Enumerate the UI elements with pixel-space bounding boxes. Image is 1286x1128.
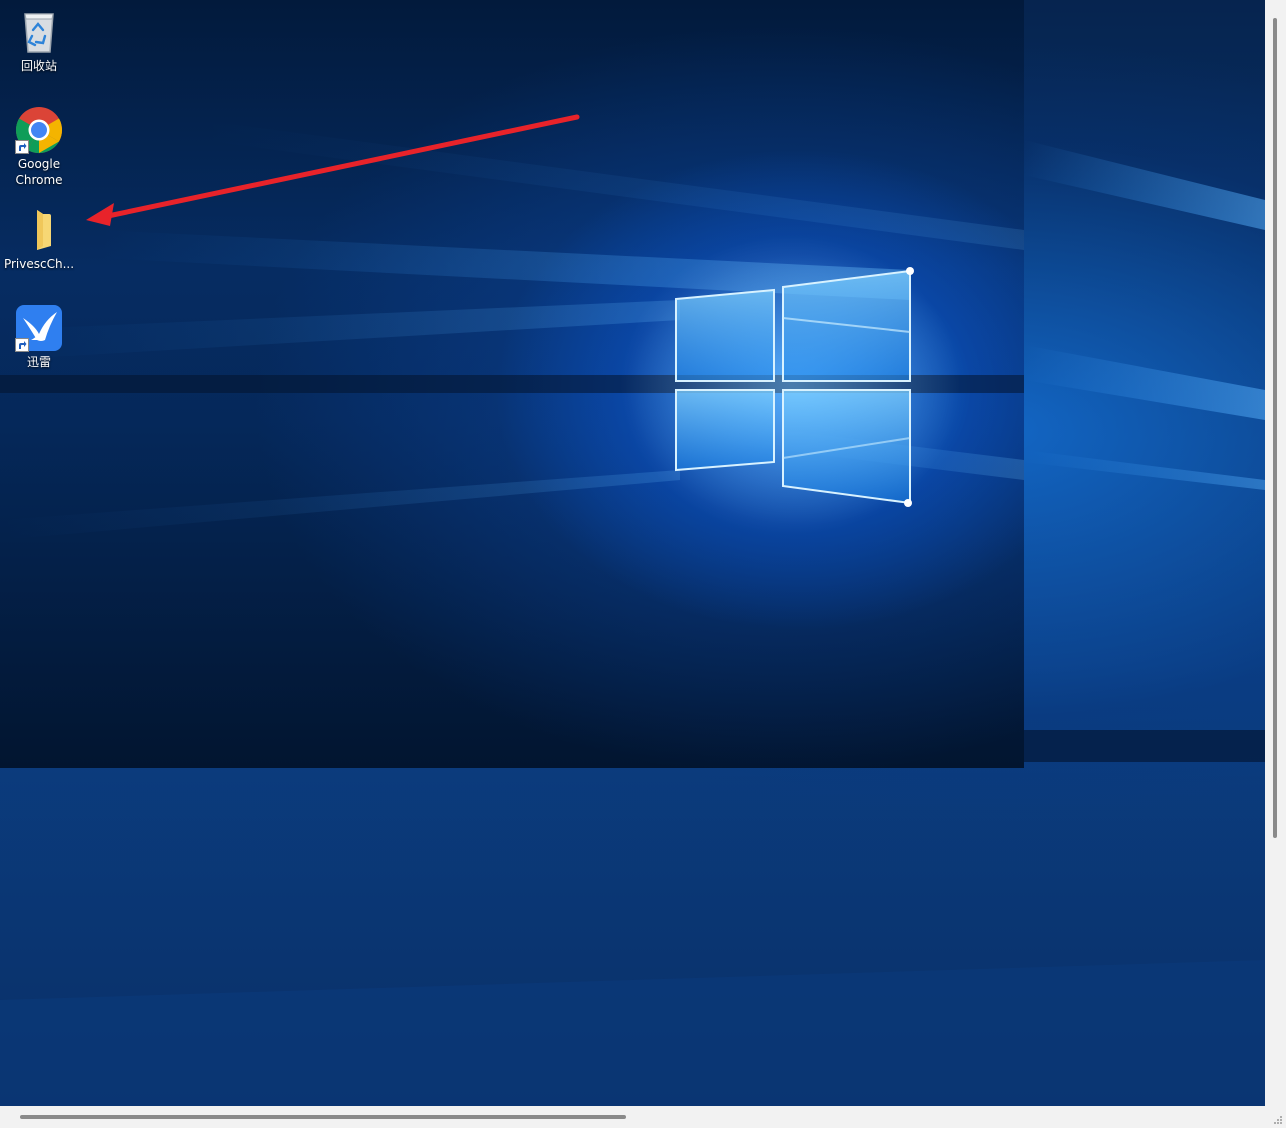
desktop-screen: 回收站 Google Chrome PrivescCh... 迅雷 bbox=[0, 0, 1024, 768]
vertical-scrollbar-thumb[interactable] bbox=[1273, 18, 1277, 838]
vertical-scrollbar[interactable] bbox=[1265, 0, 1286, 1106]
privescch-label: PrivescCh... bbox=[3, 257, 75, 271]
desktop-icon-xunlei[interactable]: 迅雷 bbox=[1, 304, 77, 370]
desktop-icon-recycle-bin[interactable]: 回收站 bbox=[1, 8, 77, 74]
recycle-bin-label: 回收站 bbox=[20, 59, 57, 73]
horizontal-scrollbar[interactable] bbox=[0, 1106, 1265, 1128]
folder-icon bbox=[15, 206, 63, 254]
horizontal-scrollbar-thumb[interactable] bbox=[20, 1115, 626, 1119]
resize-corner[interactable] bbox=[1265, 1106, 1286, 1128]
recycle-bin-icon bbox=[15, 8, 63, 56]
chrome-label-line1: Google bbox=[17, 157, 61, 171]
windows-logo-wallpaper bbox=[0, 120, 1024, 540]
xunlei-label: 迅雷 bbox=[26, 355, 51, 369]
xunlei-icon bbox=[15, 304, 63, 352]
chrome-icon bbox=[15, 106, 63, 154]
shortcut-arrow-icon bbox=[15, 338, 29, 352]
resize-grip-icon bbox=[1274, 1116, 1282, 1124]
desktop-icon-privescch-folder[interactable]: PrivescCh... bbox=[1, 206, 77, 272]
chrome-label-line2: Chrome bbox=[15, 173, 63, 187]
shortcut-arrow-icon bbox=[15, 140, 29, 154]
desktop-icon-google-chrome[interactable]: Google Chrome bbox=[1, 106, 77, 188]
